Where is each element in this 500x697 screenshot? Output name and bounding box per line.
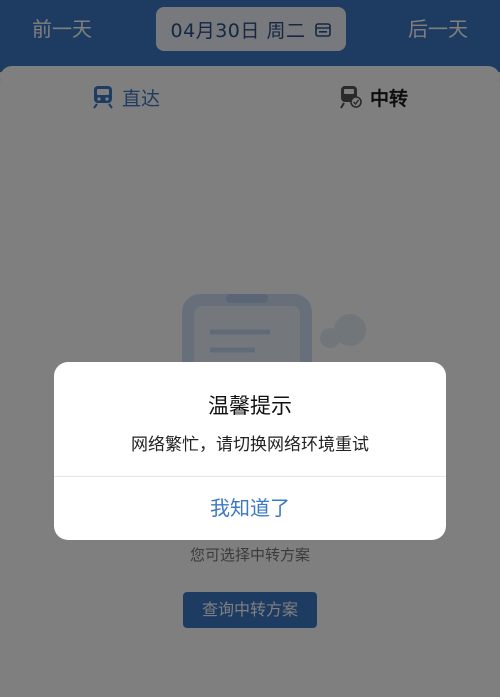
app-root: 前一天 04月30日 周二 后一天 直达 [0, 0, 500, 697]
alert-dialog: 温馨提示 网络繁忙，请切换网络环境重试 我知道了 [54, 362, 446, 540]
dialog-message: 网络繁忙，请切换网络环境重试 [131, 435, 369, 455]
dialog-confirm-button[interactable]: 我知道了 [54, 477, 446, 540]
dialog-title: 温馨提示 [208, 394, 292, 418]
modal-overlay [0, 0, 500, 697]
